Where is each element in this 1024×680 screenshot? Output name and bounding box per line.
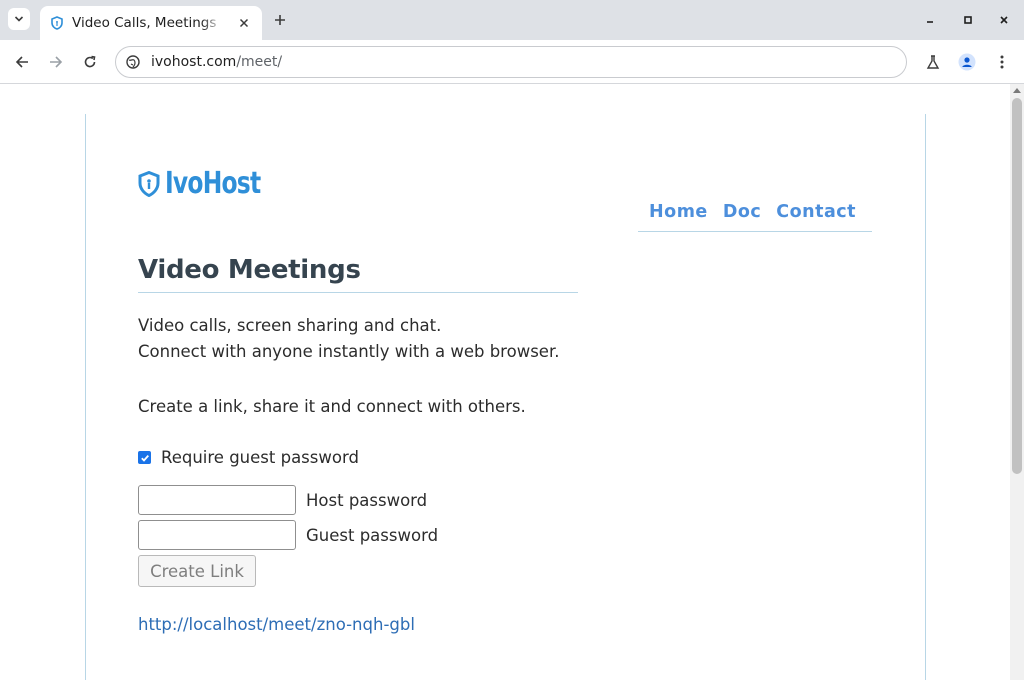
close-window-button[interactable] xyxy=(994,10,1014,30)
minimize-button[interactable] xyxy=(920,10,940,30)
maximize-button[interactable] xyxy=(958,10,978,30)
host-password-label: Host password xyxy=(306,490,428,510)
plus-icon xyxy=(275,15,285,25)
page-viewport: IvoHost Home Doc Contact Video Meetings … xyxy=(0,84,1010,680)
site-info-icon xyxy=(126,55,140,69)
browser-tab-active[interactable]: Video Calls, Meetings xyxy=(40,6,262,40)
tab-title: Video Calls, Meetings xyxy=(72,15,217,31)
shield-icon xyxy=(51,16,63,30)
minimize-icon xyxy=(927,21,933,23)
tab-search-button[interactable] xyxy=(8,8,30,30)
scroll-up-arrow-icon[interactable] xyxy=(1013,88,1021,93)
back-button[interactable] xyxy=(10,50,34,74)
require-password-row: Require guest password xyxy=(138,448,359,467)
forward-button[interactable] xyxy=(44,50,68,74)
logo-text: IvoHost xyxy=(165,166,261,201)
checkmark-icon xyxy=(140,454,149,462)
nav-link-contact[interactable]: Contact xyxy=(776,198,856,231)
guest-password-row: Guest password xyxy=(138,520,438,550)
create-link-button[interactable]: Create Link xyxy=(138,555,256,587)
chevron-down-icon xyxy=(14,16,24,22)
page-scrollbar[interactable] xyxy=(1010,84,1024,680)
close-icon xyxy=(1000,16,1008,24)
url-text: ivohost.com/meet/ xyxy=(151,54,282,70)
maximize-icon xyxy=(964,16,972,24)
url-path: /meet/ xyxy=(236,54,283,70)
reload-icon xyxy=(84,55,96,68)
browser-toolbar: ivohost.com/meet/ xyxy=(0,40,1024,84)
kebab-menu-icon xyxy=(1000,55,1004,69)
flask-icon xyxy=(926,55,940,69)
page-title: Video Meetings xyxy=(138,255,578,293)
intro-line-2: Connect with anyone instantly with a web… xyxy=(138,342,560,361)
meeting-link[interactable]: http://localhost/meet/zno-nqh-gbl xyxy=(138,615,415,634)
labs-button[interactable] xyxy=(921,50,945,74)
close-icon xyxy=(239,18,249,28)
menu-button[interactable] xyxy=(990,50,1014,74)
new-tab-button[interactable] xyxy=(270,10,290,30)
guest-password-input[interactable] xyxy=(138,520,296,550)
reload-button[interactable] xyxy=(78,50,102,74)
nav-link-home[interactable]: Home xyxy=(649,198,708,231)
intro-text: Video calls, screen sharing and chat. Co… xyxy=(138,313,559,365)
intro-line-1: Video calls, screen sharing and chat. xyxy=(138,316,442,335)
site-logo[interactable]: IvoHost xyxy=(138,166,287,201)
page-container: IvoHost Home Doc Contact Video Meetings … xyxy=(85,114,926,680)
host-password-row: Host password xyxy=(138,485,427,515)
arrow-right-icon xyxy=(50,56,63,68)
guest-password-label: Guest password xyxy=(306,525,439,545)
require-password-label: Require guest password xyxy=(161,448,359,467)
require-password-checkbox[interactable] xyxy=(138,451,151,464)
nav-link-doc[interactable]: Doc xyxy=(723,198,761,231)
browser-tab-bar: Video Calls, Meetings xyxy=(0,0,1024,40)
tab-close-button[interactable] xyxy=(236,15,252,31)
url-host: ivohost.com xyxy=(151,54,237,70)
avatar-icon xyxy=(958,53,976,71)
arrow-left-icon xyxy=(15,56,28,68)
site-info-button[interactable] xyxy=(125,54,141,70)
shield-icon xyxy=(138,170,160,197)
address-bar[interactable]: ivohost.com/meet/ xyxy=(115,46,907,78)
host-password-input[interactable] xyxy=(138,485,296,515)
scrollbar-thumb[interactable] xyxy=(1012,98,1022,474)
profile-button[interactable] xyxy=(955,50,979,74)
top-navigation: Home Doc Contact xyxy=(638,198,872,232)
instruction-text: Create a link, share it and connect with… xyxy=(138,397,526,416)
